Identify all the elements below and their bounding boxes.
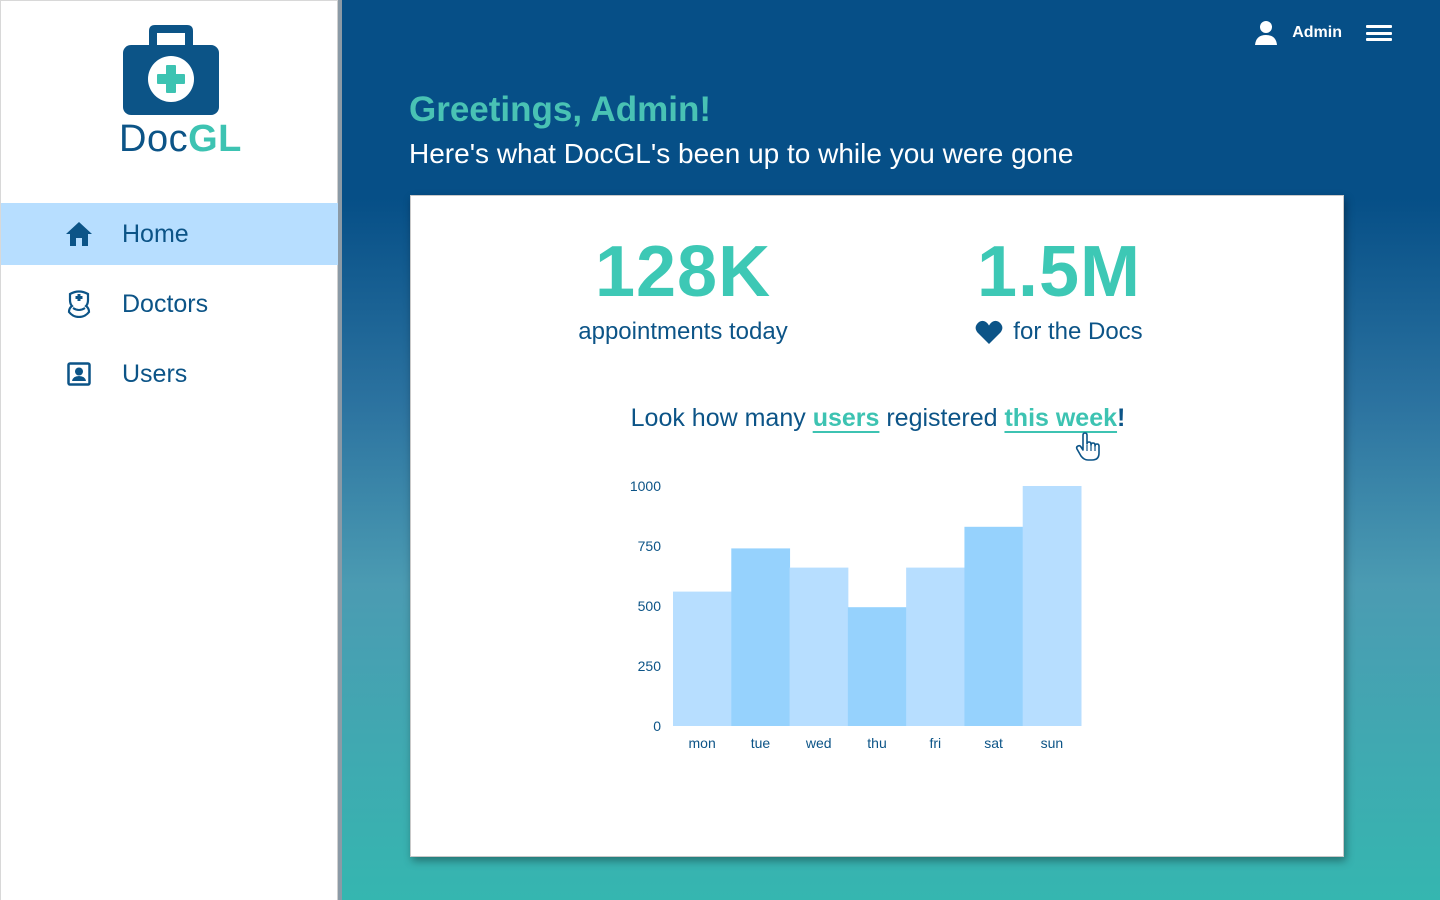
stats-card: 128K appointments today 1.5M for the Doc… — [410, 195, 1344, 857]
stat-label: appointments today — [561, 318, 805, 346]
stat-likes: 1.5M for the Docs — [959, 236, 1159, 346]
medical-bag-icon — [123, 25, 219, 115]
heart-icon — [975, 320, 1003, 344]
bar-sat[interactable] — [964, 526, 1024, 726]
chart-heading-prefix: Look how many — [630, 404, 813, 432]
stat-label: for the Docs — [959, 318, 1159, 346]
x-tick-label: tue — [751, 735, 771, 751]
stat-appointments: 128K appointments today — [561, 236, 805, 346]
brand-name: DocGL — [119, 119, 242, 159]
y-tick-label: 250 — [638, 658, 662, 674]
y-tick-label: 1000 — [630, 478, 661, 494]
bar-mon[interactable] — [673, 591, 732, 726]
bar-sun[interactable] — [1022, 486, 1082, 726]
y-tick-label: 0 — [653, 718, 661, 734]
user-icon[interactable] — [1254, 20, 1278, 46]
chart-heading-middle: registered — [879, 404, 1005, 432]
brand-name-part1: Doc — [119, 118, 189, 160]
sidebar-nav: Home Doctors Users — [1, 203, 338, 413]
x-tick-label: sun — [1041, 735, 1064, 751]
stat-label-text: for the Docs — [1013, 318, 1143, 345]
stat-label-text: appointments today — [578, 318, 788, 345]
brand-name-part2: GL — [188, 118, 242, 160]
chart-heading-suffix: ! — [1117, 404, 1126, 432]
y-tick-label: 500 — [638, 598, 662, 614]
sidebar-item-label: Doctors — [122, 289, 209, 318]
sidebar: DocGL Home Doctors Users — [0, 0, 338, 900]
x-tick-label: thu — [867, 735, 886, 751]
x-tick-label: fri — [929, 735, 941, 751]
bar-fri[interactable] — [906, 567, 965, 726]
x-tick-label: wed — [805, 735, 832, 751]
user-name[interactable]: Admin — [1292, 24, 1342, 42]
bar-tue[interactable] — [731, 548, 791, 726]
users-bar-chart: 0 250 500 750 1000 mon tue wed thu fri sat sun — [630, 478, 1082, 751]
bar-thu[interactable] — [847, 607, 907, 726]
hand-cursor-icon — [1075, 432, 1100, 461]
x-tick-label: sat — [984, 735, 1003, 751]
chart-heading: Look how many users registered this week… — [411, 404, 1345, 433]
topbar: Admin — [1254, 20, 1392, 46]
sidebar-item-label: Users — [122, 359, 188, 388]
sidebar-item-home[interactable]: Home — [1, 203, 338, 265]
users-link[interactable]: users — [813, 404, 880, 432]
stat-value: 1.5M — [976, 232, 1142, 312]
home-icon — [65, 220, 93, 248]
stat-value: 128K — [594, 232, 772, 312]
sidebar-item-doctors[interactable]: Doctors — [1, 273, 338, 335]
main-content: Admin Greetings, Admin! Here's what DocG… — [338, 0, 1440, 900]
this-week-link[interactable]: this week — [1004, 404, 1117, 432]
x-tick-label: mon — [689, 735, 716, 751]
bar-wed[interactable] — [789, 567, 849, 726]
doctor-icon — [65, 290, 93, 318]
sidebar-item-users[interactable]: Users — [1, 343, 338, 405]
page-title: Greetings, Admin! — [409, 90, 712, 129]
hamburger-menu-icon[interactable] — [1366, 22, 1392, 44]
user-card-icon — [65, 360, 93, 388]
page-subtitle: Here's what DocGL's been up to while you… — [409, 138, 1074, 169]
y-tick-label: 750 — [638, 538, 662, 554]
sidebar-item-label: Home — [122, 219, 189, 248]
